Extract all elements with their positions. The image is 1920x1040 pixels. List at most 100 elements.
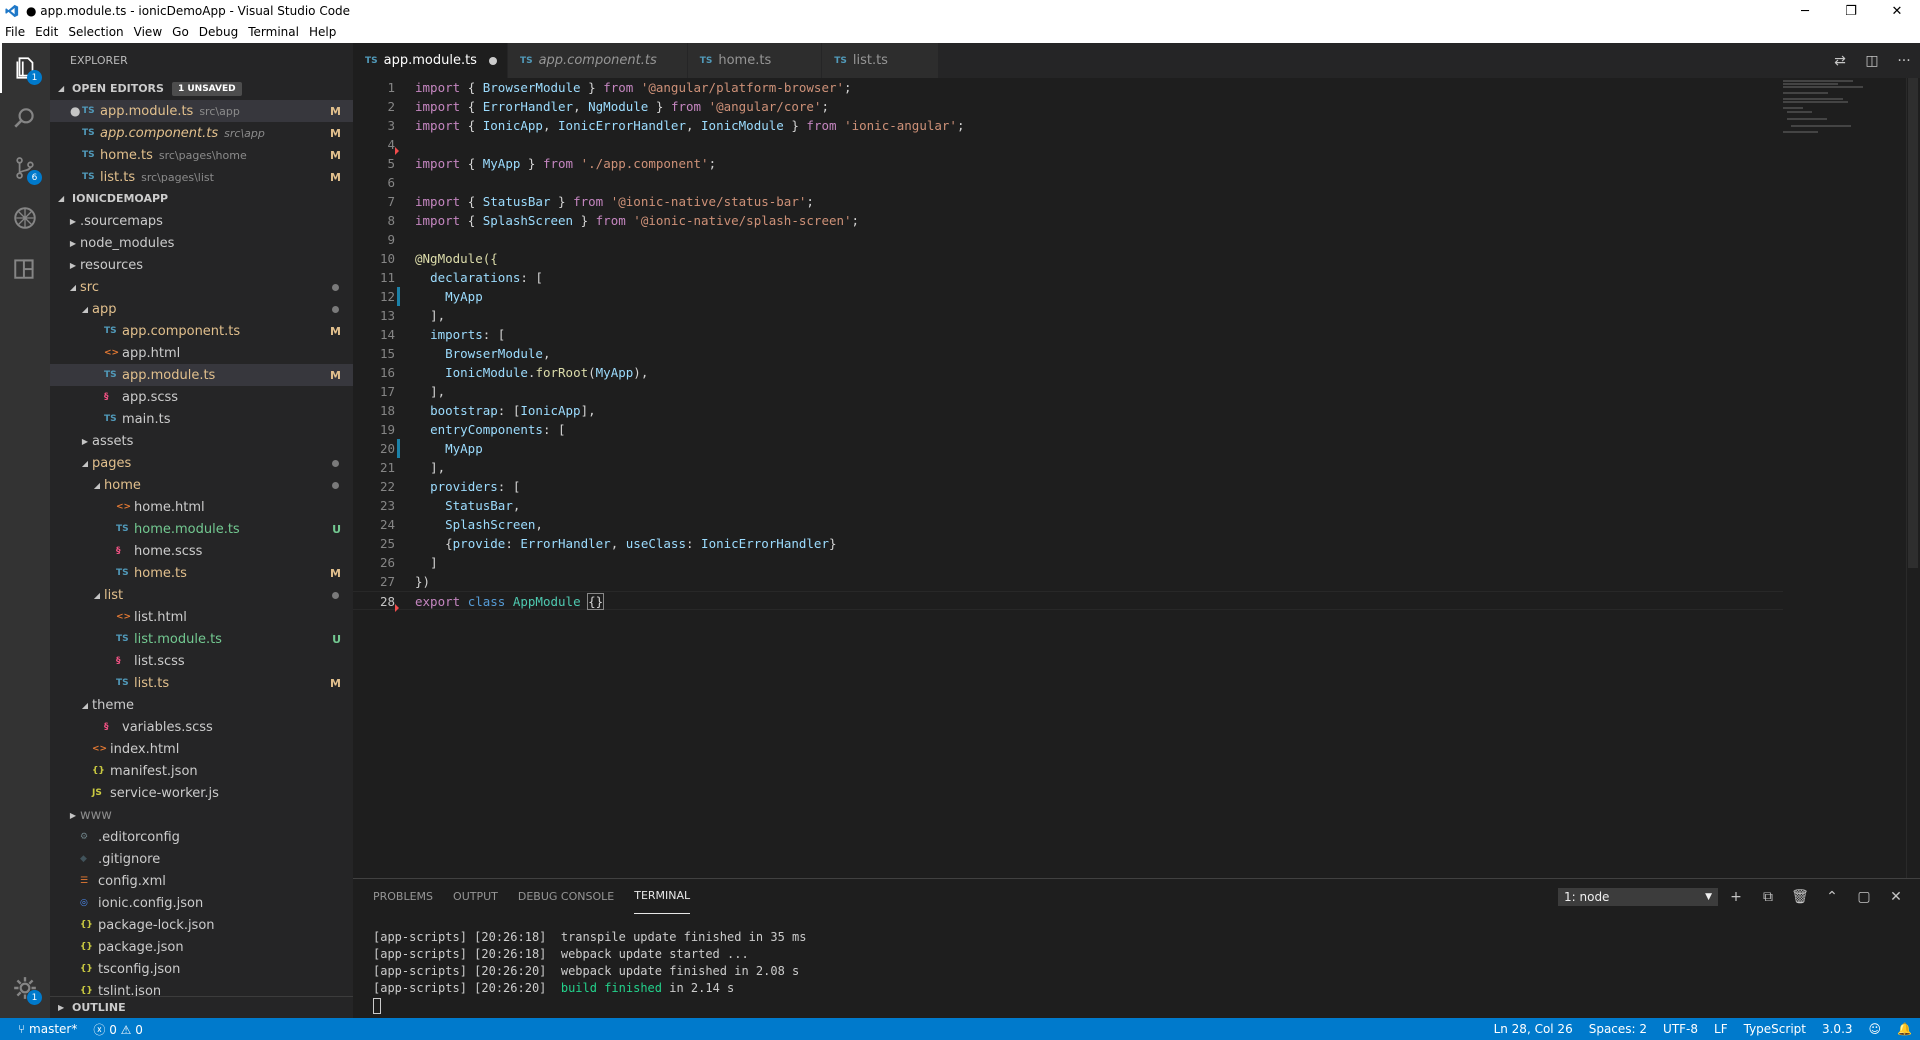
tab-list[interactable]: TS list.ts bbox=[822, 43, 939, 78]
menu-debug[interactable]: Debug bbox=[194, 22, 243, 43]
feedback-icon[interactable]: ☺ bbox=[1861, 1022, 1890, 1036]
tree-folder[interactable]: ▶ node_modules bbox=[50, 232, 353, 254]
tree-file[interactable]: TS home.ts M bbox=[50, 562, 353, 584]
more-actions-icon[interactable]: ··· bbox=[1888, 53, 1920, 69]
restore-button[interactable]: ❐ bbox=[1828, 0, 1874, 22]
close-panel-icon[interactable]: ✕ bbox=[1880, 889, 1912, 905]
tree-file[interactable]: TS list.ts M bbox=[50, 672, 353, 694]
cursor-position[interactable]: Ln 28, Col 26 bbox=[1486, 1022, 1581, 1036]
tab-app-component[interactable]: TS app.component.ts bbox=[507, 43, 688, 78]
split-editor-icon[interactable]: ◫ bbox=[1856, 53, 1888, 69]
maximize-panel-icon[interactable]: ⌃ bbox=[1816, 889, 1848, 905]
tab-home[interactable]: TS home.ts bbox=[687, 43, 823, 78]
unsaved-dot-icon[interactable]: ● bbox=[70, 104, 82, 118]
indentation[interactable]: Spaces: 2 bbox=[1581, 1022, 1655, 1036]
manage-activity[interactable]: 1 bbox=[0, 963, 50, 1013]
typescript-version[interactable]: 3.0.3 bbox=[1814, 1022, 1861, 1036]
open-editor-item[interactable]: TS app.component.ts src\app M bbox=[50, 122, 353, 144]
menu-help[interactable]: Help bbox=[304, 22, 341, 43]
search-activity[interactable] bbox=[0, 93, 50, 143]
deleted-lines-marker[interactable] bbox=[395, 604, 399, 612]
tree-file[interactable]: TS home.module.ts U bbox=[50, 518, 353, 540]
tree-file[interactable]: ◎ ionic.config.json bbox=[50, 892, 353, 914]
tree-folder[interactable]: ▶ resources bbox=[50, 254, 353, 276]
minimap[interactable] bbox=[1783, 78, 1893, 138]
tree-folder[interactable]: ◢ app bbox=[50, 298, 353, 320]
end-of-line[interactable]: LF bbox=[1706, 1022, 1736, 1036]
terminal-selector[interactable]: 1: node ▼ bbox=[1558, 888, 1718, 906]
outline-header[interactable]: ▶ OUTLINE bbox=[50, 997, 353, 1018]
new-terminal-icon[interactable]: + bbox=[1720, 889, 1752, 905]
tree-folder[interactable]: ◢ pages bbox=[50, 452, 353, 474]
unsaved-dot-icon[interactable] bbox=[488, 56, 497, 65]
project-header[interactable]: ◢ IONICDEMOAPP bbox=[50, 188, 353, 210]
menu-view[interactable]: View bbox=[129, 22, 167, 43]
tree-file[interactable]: {} package.json bbox=[50, 936, 353, 958]
tree-file[interactable]: JS service-worker.js bbox=[50, 782, 353, 804]
menu-file[interactable]: File bbox=[0, 22, 30, 43]
branch-status[interactable]: ⑂ master* bbox=[10, 1022, 85, 1036]
tab-debug-console[interactable]: DEBUG CONSOLE bbox=[518, 879, 614, 914]
editor-scrollbar[interactable] bbox=[1906, 78, 1920, 878]
tree-folder[interactable]: ▶ www bbox=[50, 804, 353, 826]
tree-folder[interactable]: ▶ assets bbox=[50, 430, 353, 452]
open-editor-item[interactable]: ● TS app.module.ts src\app M bbox=[50, 100, 353, 122]
encoding[interactable]: UTF-8 bbox=[1655, 1022, 1706, 1036]
tree-file[interactable]: <> list.html bbox=[50, 606, 353, 628]
tree-file[interactable]: {} manifest.json bbox=[50, 760, 353, 782]
tree-folder[interactable]: ◢ list bbox=[50, 584, 353, 606]
explorer-activity[interactable]: 1 bbox=[0, 43, 50, 93]
source-control-activity[interactable]: 6 bbox=[0, 143, 50, 193]
close-window-button[interactable]: ✕ bbox=[1874, 0, 1920, 22]
tree-file[interactable]: § home.scss bbox=[50, 540, 353, 562]
toggle-panel-position-icon[interactable]: ▢ bbox=[1848, 889, 1880, 905]
tab-terminal[interactable]: TERMINAL bbox=[634, 879, 691, 914]
menu-selection[interactable]: Selection bbox=[63, 22, 128, 43]
tree-label: manifest.json bbox=[110, 763, 198, 779]
tree-folder[interactable]: ◢ theme bbox=[50, 694, 353, 716]
tree-file[interactable]: § list.scss bbox=[50, 650, 353, 672]
tree-file[interactable]: ☰ config.xml bbox=[50, 870, 353, 892]
tree-file[interactable]: § app.scss bbox=[50, 386, 353, 408]
tree-file[interactable]: TS list.module.ts U bbox=[50, 628, 353, 650]
tab-output[interactable]: OUTPUT bbox=[453, 879, 498, 914]
open-editors-header[interactable]: ◢ OPEN EDITORS 1 UNSAVED bbox=[50, 78, 353, 100]
open-editor-item[interactable]: TS list.ts src\pages\list M bbox=[50, 166, 353, 188]
modified-line-marker[interactable] bbox=[397, 287, 400, 306]
scrollbar-thumb[interactable] bbox=[1908, 78, 1918, 568]
tab-problems[interactable]: PROBLEMS bbox=[373, 879, 433, 914]
language-mode[interactable]: TypeScript bbox=[1736, 1022, 1814, 1036]
tree-folder[interactable]: ◢ src bbox=[50, 276, 353, 298]
bell-icon[interactable]: 🔔 bbox=[1889, 1022, 1920, 1036]
tree-file[interactable]: <> index.html bbox=[50, 738, 353, 760]
modified-line-marker[interactable] bbox=[397, 439, 400, 458]
debug-activity[interactable] bbox=[0, 193, 50, 243]
terminal-output[interactable]: [app-scripts] [20:26:18] transpile updat… bbox=[373, 929, 806, 1014]
trash-icon[interactable]: 🗑 bbox=[1784, 889, 1816, 905]
tree-file[interactable]: ⚙ .editorconfig bbox=[50, 826, 353, 848]
minimize-button[interactable]: ─ bbox=[1782, 0, 1828, 22]
open-editor-item[interactable]: TS home.ts src\pages\home M bbox=[50, 144, 353, 166]
menu-terminal[interactable]: Terminal bbox=[243, 22, 304, 43]
open-changes-icon[interactable]: ⇄ bbox=[1824, 53, 1856, 69]
tree-file[interactable]: {} package-lock.json bbox=[50, 914, 353, 936]
tree-file[interactable]: ◆ .gitignore bbox=[50, 848, 353, 870]
problems-status[interactable]: ⓧ 0 ⚠ 0 bbox=[85, 1021, 151, 1038]
code-editor[interactable]: 1 import { BrowserModule } from '@angula… bbox=[353, 78, 1920, 878]
split-terminal-icon[interactable]: ⧉ bbox=[1752, 889, 1784, 905]
tree-file[interactable]: TS app.component.ts M bbox=[50, 320, 353, 342]
extensions-activity[interactable] bbox=[0, 243, 50, 293]
menu-go[interactable]: Go bbox=[167, 22, 194, 43]
tree-file[interactable]: TS app.module.ts M bbox=[50, 364, 353, 386]
chevron-down-icon: ◢ bbox=[58, 84, 65, 93]
tree-folder[interactable]: ▶ .sourcemaps bbox=[50, 210, 353, 232]
tree-file[interactable]: TS main.ts bbox=[50, 408, 353, 430]
tree-file[interactable]: {} tsconfig.json bbox=[50, 958, 353, 980]
tree-file[interactable]: <> home.html bbox=[50, 496, 353, 518]
tree-file[interactable]: § variables.scss bbox=[50, 716, 353, 738]
tree-file[interactable]: <> app.html bbox=[50, 342, 353, 364]
outline-section[interactable]: ▶ OUTLINE bbox=[50, 996, 353, 1018]
menu-edit[interactable]: Edit bbox=[30, 22, 63, 43]
tree-folder[interactable]: ◢ home bbox=[50, 474, 353, 496]
tab-app-module[interactable]: TS app.module.ts bbox=[353, 43, 508, 78]
